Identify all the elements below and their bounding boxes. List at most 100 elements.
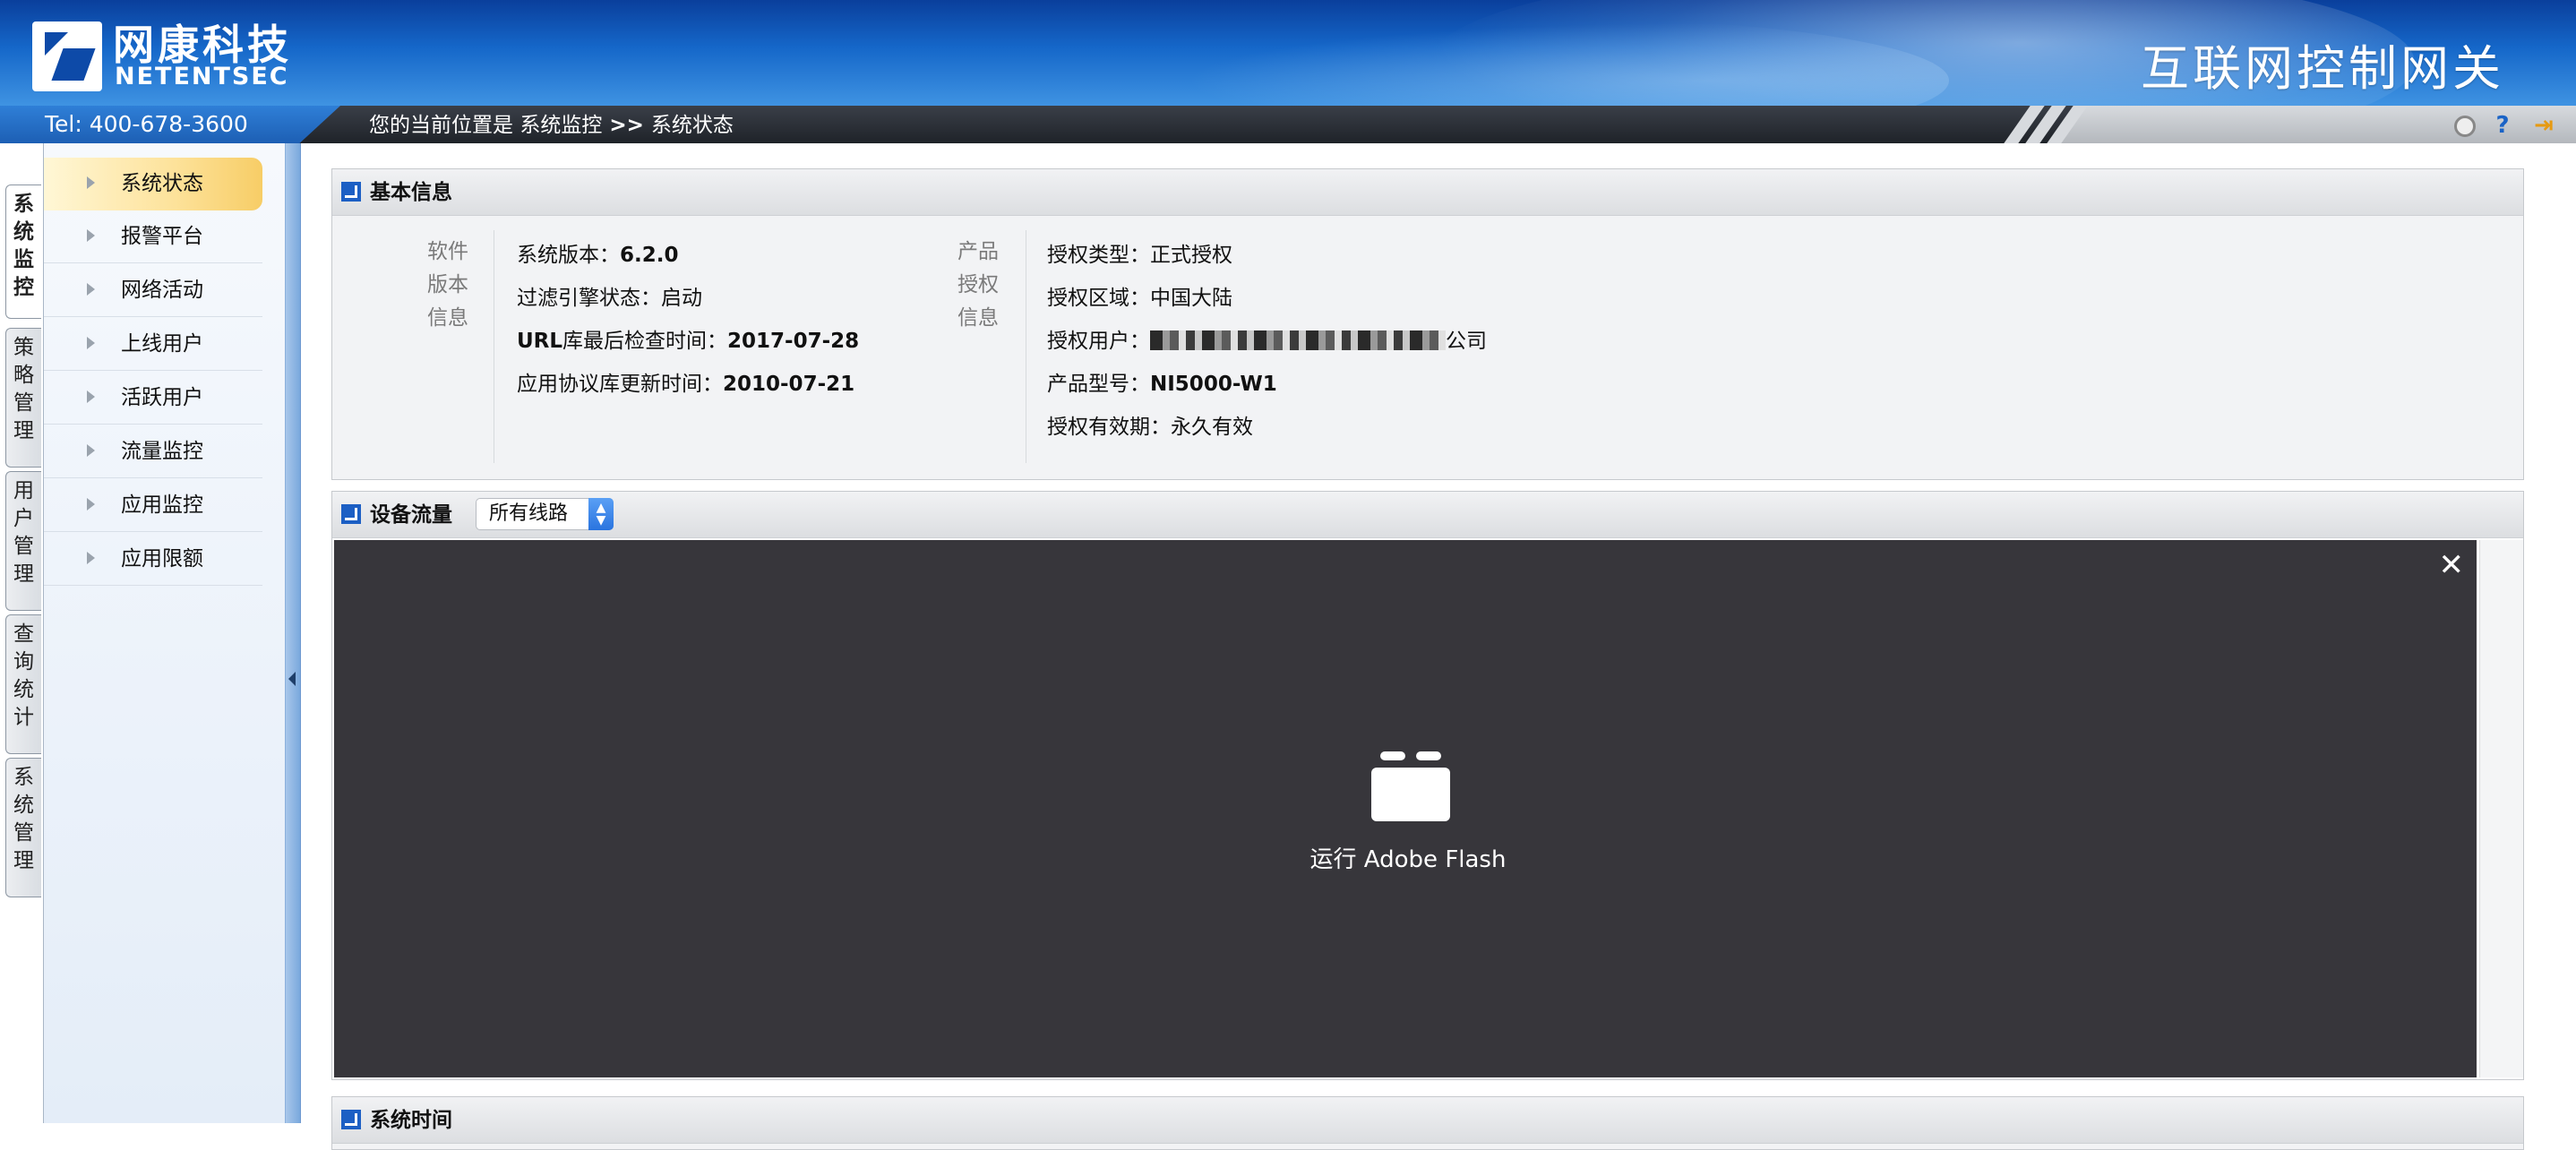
scrollbar[interactable]	[2479, 540, 2523, 1077]
license-validity-label: 授权有效期：	[1047, 416, 1171, 439]
tab-label: 查询统计	[13, 622, 34, 729]
license-validity-value: 永久有效	[1171, 416, 1253, 439]
product-name: 互联网控制网关	[2141, 40, 2504, 97]
license-region-value: 中国大陆	[1150, 287, 1232, 310]
url-check-row: URL库最后检查时间：2017-07-28	[517, 323, 859, 354]
tab-label: 系统监控	[13, 193, 34, 299]
panel-header: 系统时间	[332, 1097, 2523, 1144]
panel-title: 基本信息	[370, 181, 452, 204]
license-region-label: 授权区域：	[1047, 287, 1150, 310]
app-update-row: 应用协议库更新时间：2010-07-21	[517, 366, 854, 397]
sidebar-item-label: 流量监控	[121, 440, 203, 463]
basic-info-panel: 基本信息 软件版本信息 系统版本：6.2.0 过滤引擎状态：启动 URL库最后检…	[331, 168, 2524, 480]
arrow-icon	[87, 176, 95, 189]
sidebar-item-online-users[interactable]: 上线用户	[44, 318, 262, 371]
company-name-en: NETENTSEC	[115, 63, 289, 90]
sidebar-item-label: 报警平台	[121, 225, 203, 248]
filter-engine-value: 启动	[661, 287, 702, 310]
software-info-label: 软件版本信息	[427, 240, 468, 330]
app-header: 网康科技 NETENTSEC 互联网控制网关	[0, 0, 2576, 106]
license-type-value: 正式授权	[1150, 244, 1232, 267]
sidebar-item-system-status[interactable]: 系统状态	[44, 158, 262, 210]
tab-label: 用户管理	[13, 479, 34, 586]
panel-arrow-icon	[341, 1110, 361, 1129]
sidebar-item-label: 上线用户	[121, 332, 203, 356]
license-type-label: 授权类型：	[1047, 244, 1150, 267]
arrow-icon	[87, 498, 95, 511]
panel-title: 设备流量	[370, 503, 452, 527]
breadcrumb-section: 系统监控	[519, 114, 603, 137]
sidebar-item-network-activity[interactable]: 网络活动	[44, 264, 262, 317]
breadcrumb-page: 系统状态	[650, 114, 734, 137]
tab-system-monitor[interactable]: 系统监控	[5, 185, 41, 319]
license-user-suffix: 公司	[1446, 330, 1487, 353]
license-region-row: 授权区域：中国大陆	[1047, 280, 1232, 311]
panel-header: 基本信息	[332, 169, 2523, 216]
run-flash-label[interactable]: 运行 Adobe Flash	[1011, 841, 1805, 874]
breadcrumb: 您的当前位置是 系统监控 >> 系统状态	[369, 106, 734, 143]
panel-title: 系统时间	[370, 1109, 452, 1132]
license-validity-row: 授权有效期：永久有效	[1047, 409, 1253, 440]
sidebar-item-label: 系统状态	[121, 172, 203, 195]
redacted-user-name	[1150, 330, 1446, 350]
exit-icon[interactable]: ⇥	[2529, 111, 2558, 140]
system-version-row: 系统版本：6.2.0	[517, 237, 679, 268]
filter-engine-row: 过滤引擎状态：启动	[517, 280, 702, 311]
tab-query-statistics[interactable]: 查询统计	[5, 614, 41, 754]
device-traffic-panel: 设备流量 所有线路 ▲ ▼ ✕ 运行 Adobe Flash	[331, 491, 2524, 1080]
app-update-label: 应用协议库更新时间：	[517, 373, 723, 396]
close-icon[interactable]: ✕	[2439, 549, 2465, 581]
sidebar-item-app-monitor[interactable]: 应用监控	[44, 479, 262, 532]
system-version-label: 系统版本：	[517, 244, 620, 267]
telephone-label: Tel: 400-678-3600	[0, 106, 340, 143]
circle-icon[interactable]	[2451, 111, 2479, 140]
arrow-icon	[87, 337, 95, 349]
flash-placeholder[interactable]: ✕ 运行 Adobe Flash	[334, 540, 2477, 1077]
collapse-arrow-icon	[288, 672, 296, 686]
filter-engine-label: 过滤引擎状态：	[517, 287, 661, 310]
sidebar-item-app-quota[interactable]: 应用限额	[44, 533, 262, 586]
help-icon[interactable]: ?	[2488, 111, 2517, 140]
sidebar-item-active-users[interactable]: 活跃用户	[44, 372, 262, 425]
license-info-label: 产品授权信息	[957, 240, 999, 330]
product-model-label: 产品型号：	[1047, 373, 1150, 396]
license-type-row: 授权类型：正式授权	[1047, 237, 1232, 268]
line-select[interactable]: 所有线路 ▲ ▼	[476, 498, 614, 530]
arrow-icon	[87, 552, 95, 564]
product-model-value: NI5000-W1	[1150, 373, 1277, 396]
panel-arrow-icon	[341, 504, 361, 524]
sidebar-collapse-handle[interactable]	[285, 143, 301, 1123]
app-update-value: 2010-07-21	[723, 373, 855, 396]
sidebar-item-label: 应用监控	[121, 493, 203, 517]
tab-system-management[interactable]: 系统管理	[5, 758, 41, 897]
tab-label: 系统管理	[13, 766, 34, 872]
sidebar-menu: 系统状态 报警平台 网络活动 上线用户 活跃用户 流量监控 应用监控 应用限额	[43, 143, 286, 1123]
sidebar-item-traffic-monitor[interactable]: 流量监控	[44, 425, 262, 478]
tab-policy-management[interactable]: 策略管理	[5, 328, 41, 468]
tab-user-management[interactable]: 用户管理	[5, 471, 41, 611]
system-time-panel: 系统时间	[331, 1096, 2524, 1150]
arrow-icon	[87, 390, 95, 403]
arrow-icon	[87, 444, 95, 457]
breadcrumb-separator: >>	[602, 114, 651, 137]
company-logo-icon	[32, 21, 102, 91]
tab-label: 策略管理	[13, 336, 34, 442]
sidebar-item-label: 应用限额	[121, 547, 203, 571]
sidebar-item-alarm-platform[interactable]: 报警平台	[44, 210, 262, 263]
breadcrumb-prefix: 您的当前位置是	[369, 114, 520, 137]
license-user-label: 授权用户：	[1047, 330, 1150, 353]
url-check-label: 库最后检查时间：	[562, 330, 728, 353]
arrow-icon	[87, 229, 95, 242]
product-model-row: 产品型号：NI5000-W1	[1047, 366, 1277, 397]
line-select-value: 所有线路	[489, 502, 569, 525]
chevron-updown-icon: ▲ ▼	[588, 498, 614, 530]
vertical-tab-strip: 系统监控 策略管理 用户管理 查询统计 系统管理	[0, 143, 43, 1123]
url-label-bold: URL	[517, 330, 563, 353]
license-user-row: 授权用户： 公司	[1047, 323, 1487, 354]
panel-header: 设备流量 所有线路 ▲ ▼	[332, 492, 2523, 538]
sidebar-item-label: 活跃用户	[121, 386, 203, 409]
url-check-value: 2017-07-28	[727, 330, 860, 353]
sidebar-item-label: 网络活动	[121, 279, 203, 302]
panel-arrow-icon	[341, 182, 361, 202]
system-version-value: 6.2.0	[620, 244, 679, 267]
